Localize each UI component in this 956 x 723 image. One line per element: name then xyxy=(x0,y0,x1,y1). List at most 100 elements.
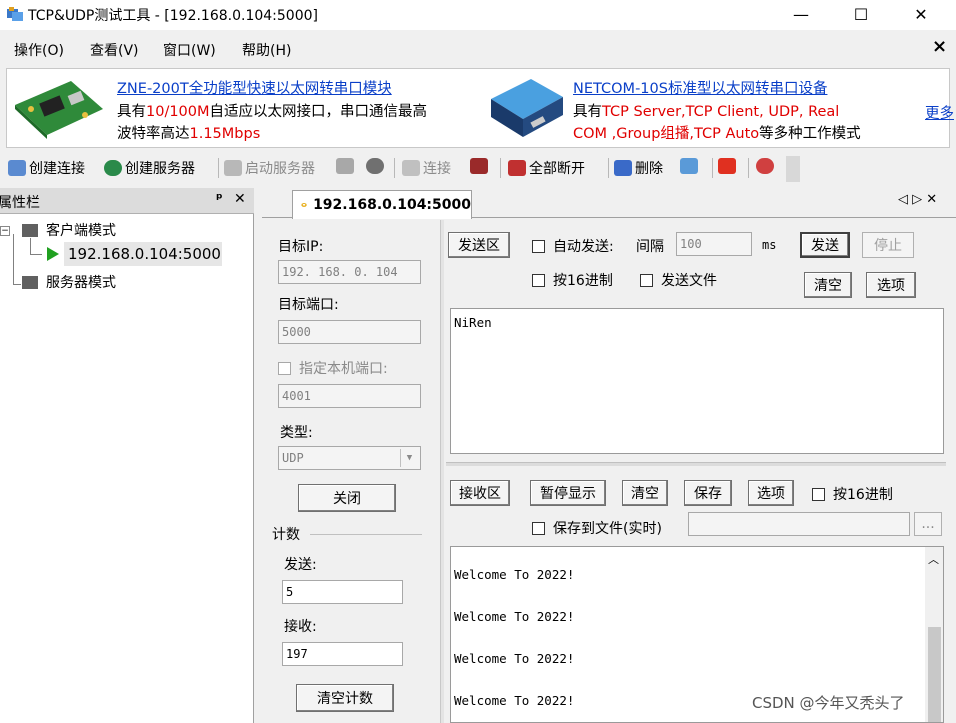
server-mode-icon xyxy=(22,276,38,289)
pause-display-button[interactable]: 暂停显示 xyxy=(530,480,606,506)
send-hex-option[interactable]: 按16进制 xyxy=(532,270,613,290)
banner-left-l3b: 1.15Mbps xyxy=(189,126,261,142)
interval-field[interactable]: 100 xyxy=(676,232,752,256)
ms-label: ms xyxy=(762,238,777,252)
power-button[interactable] xyxy=(718,158,739,174)
tab-connection[interactable]: 192.168.0.104:5000 xyxy=(292,190,472,219)
save-file-path-field[interactable] xyxy=(688,512,910,536)
send-area-button[interactable]: 发送区 xyxy=(448,232,510,258)
create-connection-button[interactable]: 创建连接 xyxy=(8,158,85,178)
tree-client-connection[interactable]: 192.168.0.104:5000 xyxy=(68,245,221,263)
banner-right-l2b: TCP Server,TCP Client, UDP, Real xyxy=(602,104,840,120)
tab-strip: 192.168.0.104:5000 ◁ ▷ ✕ xyxy=(262,188,956,219)
menu-view[interactable]: 查看(V) xyxy=(90,40,139,60)
send-textarea[interactable]: NiRen xyxy=(450,308,944,454)
play-icon xyxy=(47,247,59,261)
receive-line: Welcome To 2022! xyxy=(454,693,575,708)
stop-button[interactable]: 停止 xyxy=(862,232,914,258)
server-settings-button[interactable] xyxy=(336,158,357,174)
mdi-close-button[interactable]: × xyxy=(932,36,947,57)
save-to-file-option[interactable]: 保存到文件(实时) xyxy=(532,518,662,538)
create-server-button[interactable]: 创建服务器 xyxy=(104,158,195,178)
interval-label: 间隔 xyxy=(636,239,664,255)
stop-server-button[interactable] xyxy=(366,158,387,174)
target-port-field[interactable]: 5000 xyxy=(278,320,421,344)
count-label: 计数 xyxy=(272,527,300,543)
receive-hex-checkbox[interactable] xyxy=(812,487,825,501)
banner-right-title[interactable]: NETCOM-10S标准型以太网转串口设备 xyxy=(573,77,827,98)
banner-left-title[interactable]: ZNE-200T全功能型快速以太网转串口模块 xyxy=(117,77,392,98)
banner-left-l3a: 波特率高达 xyxy=(117,126,190,142)
receive-save-button[interactable]: 保存 xyxy=(684,480,732,506)
send-file-checkbox[interactable] xyxy=(640,273,653,287)
connect-icon xyxy=(402,160,420,176)
title-bar: TCP&UDP测试工具 - [192.168.0.104:5000] — ☐ ✕ xyxy=(0,0,956,30)
pin-icon[interactable]: ᵖ xyxy=(216,191,223,207)
auto-send-checkbox[interactable] xyxy=(532,239,545,253)
receive-clear-button[interactable]: 清空 xyxy=(622,480,668,506)
new-connection-icon xyxy=(8,160,26,176)
maximize-button[interactable]: ☐ xyxy=(838,0,884,30)
server-gear-icon xyxy=(336,158,354,174)
send-options-button[interactable]: 选项 xyxy=(866,272,916,298)
menu-help[interactable]: 帮助(H) xyxy=(242,40,291,60)
help-button[interactable] xyxy=(756,158,777,174)
lifebuoy-icon xyxy=(756,158,774,174)
receive-hex-option[interactable]: 按16进制 xyxy=(812,484,893,504)
start-server-button[interactable]: 启动服务器 xyxy=(224,158,315,178)
send-hex-checkbox[interactable] xyxy=(532,273,545,287)
scroll-up-icon[interactable]: ︿ xyxy=(928,551,939,567)
send-clear-button[interactable]: 清空 xyxy=(804,272,852,298)
send-content: NiRen xyxy=(454,315,492,330)
send-button[interactable]: 发送 xyxy=(800,232,850,258)
close-connection-button[interactable]: 关闭 xyxy=(298,484,396,512)
close-window-button[interactable]: ✕ xyxy=(898,0,944,30)
connection-tab-icon xyxy=(301,202,307,208)
tree-collapse-toggle[interactable]: − xyxy=(0,226,10,236)
recv-count-field[interactable]: 197 xyxy=(282,642,403,666)
disconnect-all-button[interactable]: 全部断开 xyxy=(508,158,585,178)
send-count-label: 发送: xyxy=(284,557,317,573)
local-port-checkbox[interactable] xyxy=(278,361,291,375)
panel-close-button[interactable]: ✕ xyxy=(234,191,246,207)
menu-window[interactable]: 窗口(W) xyxy=(163,40,216,60)
disconnect-button[interactable] xyxy=(470,158,491,174)
window-title: TCP&UDP测试工具 - [192.168.0.104:5000] xyxy=(28,8,318,24)
browse-button[interactable]: ... xyxy=(914,512,942,536)
toolbar-overflow-chevron[interactable] xyxy=(786,156,800,182)
delete-button[interactable]: 删除 xyxy=(614,158,663,178)
banner-right-l3a: COM ,Group组播,TCP Auto xyxy=(573,126,760,142)
banner-left-l2a: 具有 xyxy=(117,104,146,120)
receive-area-button[interactable]: 接收区 xyxy=(450,480,510,506)
client-mode-icon xyxy=(22,224,38,237)
local-port-option[interactable]: 指定本机端口: xyxy=(278,358,388,378)
send-count-field[interactable]: 5 xyxy=(282,580,403,604)
type-select[interactable]: UDP ▼ xyxy=(278,446,421,470)
auto-send-option[interactable]: 自动发送: xyxy=(532,236,614,256)
tab-nav-controls[interactable]: ◁ ▷ ✕ xyxy=(898,192,937,207)
local-port-field[interactable]: 4001 xyxy=(278,384,421,408)
chevron-down-icon[interactable]: ▼ xyxy=(400,449,418,467)
banner-left-l2c: 自适应以太网接口，串口通信最高 xyxy=(209,104,428,120)
banner-more-link[interactable]: 更多 xyxy=(925,102,954,123)
menu-operate[interactable]: 操作(O) xyxy=(14,40,64,60)
app-icon xyxy=(7,7,23,21)
connect-button[interactable]: 连接 xyxy=(402,158,451,178)
recv-count-label: 接收: xyxy=(284,619,317,635)
send-file-option[interactable]: 发送文件 xyxy=(640,270,717,290)
menu-bar: 操作(O) 查看(V) 窗口(W) 帮助(H) × xyxy=(0,34,956,62)
target-port-label: 目标端口: xyxy=(278,297,339,313)
ad-banner: ZNE-200T全功能型快速以太网转串口模块 具有10/100M自适应以太网接口… xyxy=(6,68,954,148)
tree-client-mode[interactable]: 客户端模式 xyxy=(46,220,116,240)
minimize-button[interactable]: — xyxy=(778,0,824,30)
save-to-file-checkbox[interactable] xyxy=(532,521,545,535)
receive-scrollbar[interactable]: ︿ xyxy=(925,547,943,722)
network-button[interactable] xyxy=(680,158,701,174)
receive-options-button[interactable]: 选项 xyxy=(748,480,794,506)
tree-server-mode[interactable]: 服务器模式 xyxy=(46,272,116,292)
watermark-text: CSDN @今年又秃头了 xyxy=(752,694,905,712)
banner-right-l3b: 等多种工作模式 xyxy=(759,126,861,142)
target-ip-field[interactable]: 192. 168. 0. 104 xyxy=(278,260,421,284)
clear-count-button[interactable]: 清空计数 xyxy=(296,684,394,712)
scrollbar-thumb[interactable] xyxy=(928,627,941,722)
